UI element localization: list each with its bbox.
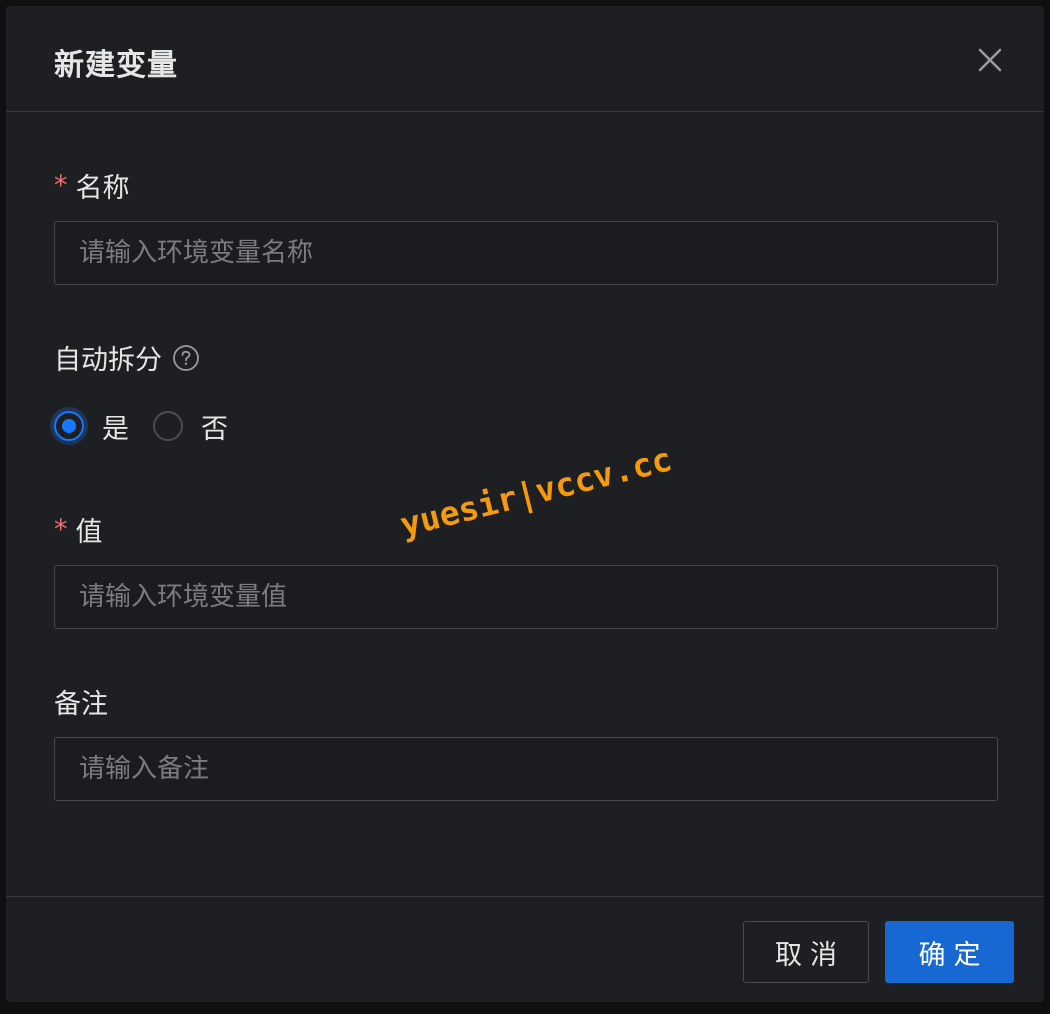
question-circle-icon[interactable] <box>172 344 200 372</box>
auto-split-radio-group: 是 否 <box>54 406 252 446</box>
value-input[interactable] <box>54 565 998 629</box>
close-icon[interactable] <box>972 42 1008 78</box>
remark-label-text: 备注 <box>54 689 108 720</box>
radio-yes-label: 是 <box>102 413 129 445</box>
value-label-text: 值 <box>75 517 103 548</box>
radio-option-no[interactable]: 否 <box>153 407 228 446</box>
confirm-button[interactable]: 确定 <box>885 921 1014 983</box>
dialog-title: 新建变量 <box>54 48 178 83</box>
cancel-button[interactable]: 取消 <box>743 921 869 983</box>
auto-split-label-text: 自动拆分 <box>54 345 162 376</box>
dialog-footer: 取消 确定 <box>6 896 1044 1002</box>
value-label: * 值 <box>54 510 103 549</box>
radio-option-yes[interactable]: 是 <box>54 407 129 446</box>
new-variable-dialog: 新建变量 * 名称 自动拆分 是 否 * <box>6 6 1044 1002</box>
name-label: * 名称 <box>54 166 130 205</box>
required-star: * <box>54 170 68 201</box>
dialog-header: 新建变量 <box>6 6 1044 112</box>
radio-no[interactable] <box>153 411 183 441</box>
watermark-text: yuesir|vccv.cc <box>396 439 676 545</box>
radio-yes[interactable] <box>54 411 84 441</box>
remark-input[interactable] <box>54 737 998 801</box>
radio-no-label: 否 <box>201 413 228 445</box>
name-input[interactable] <box>54 221 998 285</box>
remark-label: 备注 <box>54 682 108 721</box>
required-star: * <box>54 514 68 545</box>
name-label-text: 名称 <box>75 173 130 204</box>
auto-split-label: 自动拆分 <box>54 338 200 377</box>
